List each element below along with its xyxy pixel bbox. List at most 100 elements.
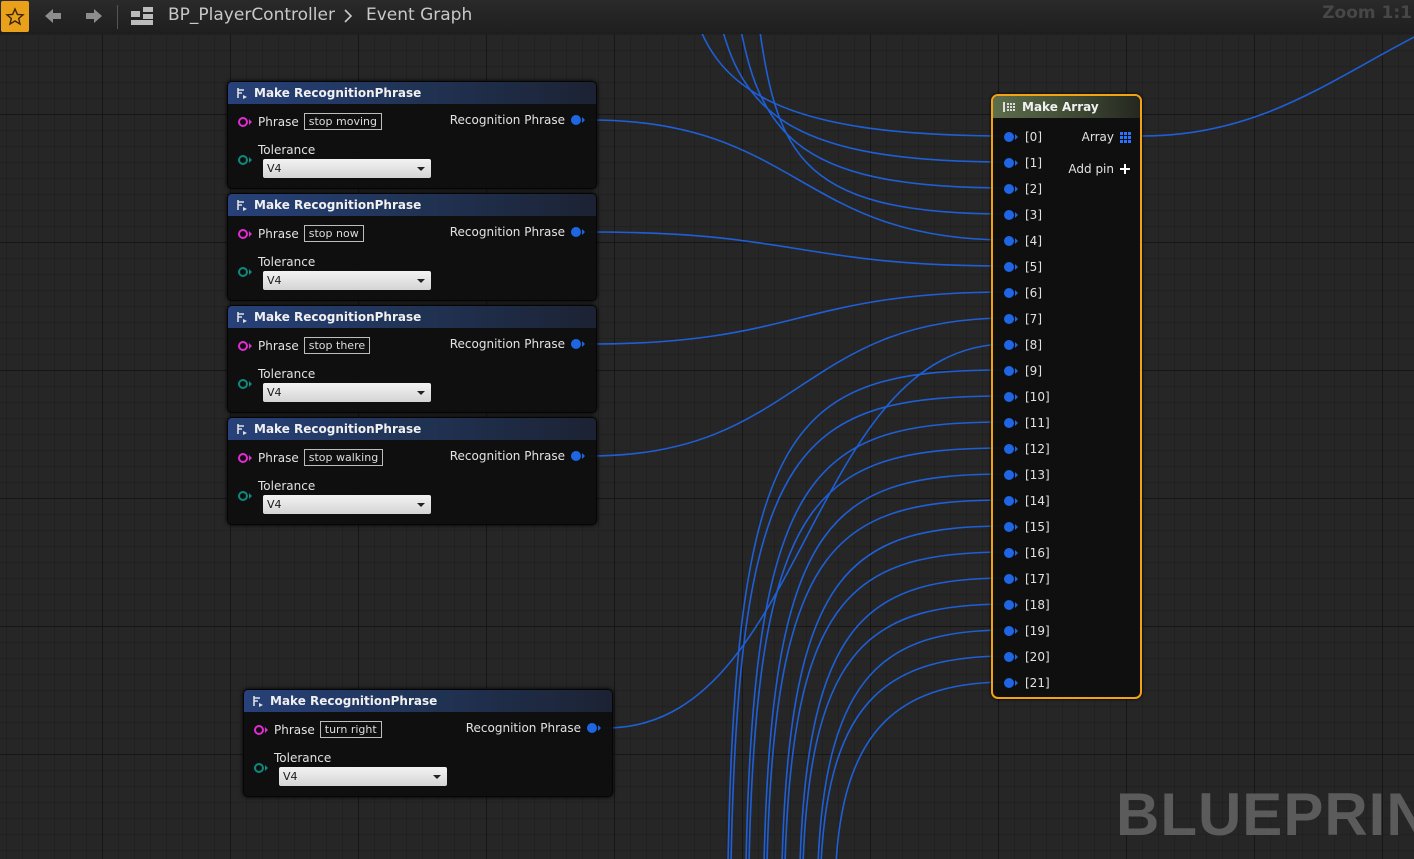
breadcrumb-blueprint[interactable]: BP_PlayerController [168, 5, 335, 25]
node-header[interactable]: Make RecognitionPhrase [228, 194, 596, 216]
array-input-pin[interactable]: [4] [1004, 234, 1042, 248]
tolerance-dropdown[interactable]: V4 [263, 159, 431, 178]
make-recognition-phrase-node[interactable]: Make RecognitionPhrase Phrase stop movin… [227, 81, 597, 189]
connection-wire [820, 655, 1009, 859]
pin-arrow-icon [582, 341, 585, 347]
array-input-pin[interactable]: [19] [1004, 624, 1050, 638]
node-header[interactable]: Make RecognitionPhrase [228, 418, 596, 440]
array-input-pin[interactable]: [18] [1004, 598, 1050, 612]
chevron-down-icon [417, 167, 425, 171]
array-input-pin[interactable]: [15] [1004, 520, 1050, 534]
make-recognition-phrase-node[interactable]: Make RecognitionPhrase Phrase turn right… [243, 689, 613, 797]
tolerance-value: V4 [267, 386, 282, 399]
tolerance-dropdown[interactable]: V4 [263, 495, 431, 514]
recognition-phrase-output-pin[interactable]: Recognition Phrase [450, 225, 585, 239]
phrase-label: Phrase [274, 722, 315, 737]
struct-pin-icon [1004, 392, 1014, 402]
array-input-pin[interactable]: [3] [1004, 208, 1042, 222]
array-input-pin[interactable]: [2] [1004, 182, 1042, 196]
array-input-pin[interactable]: [7] [1004, 312, 1042, 326]
array-index-label: [19] [1025, 624, 1050, 638]
array-input-pin[interactable]: [11] [1004, 416, 1050, 430]
array-input-pin[interactable]: [0] [1004, 130, 1042, 144]
pin-arrow-icon [1015, 316, 1018, 322]
node-header[interactable]: Make Array [993, 96, 1140, 118]
tolerance-value: V4 [267, 162, 282, 175]
pin-arrow-icon [249, 493, 252, 499]
pin-arrow-icon [1015, 186, 1018, 192]
recognition-phrase-output-pin[interactable]: Recognition Phrase [450, 337, 585, 351]
array-index-label: [21] [1025, 676, 1050, 690]
struct-pin-icon [1004, 236, 1014, 246]
make-array-node[interactable]: Make Array [0] [1] [2] [3] [4] [5] [6] [7] [8] [9… [991, 94, 1142, 699]
node-header[interactable]: Make RecognitionPhrase [228, 306, 596, 328]
pin-arrow-icon [582, 453, 585, 459]
recognition-phrase-output-pin[interactable]: Recognition Phrase [450, 449, 585, 463]
recognition-phrase-output-pin[interactable]: Recognition Phrase [466, 721, 601, 735]
array-input-pin[interactable]: [17] [1004, 572, 1050, 586]
tolerance-pin[interactable] [238, 267, 252, 277]
array-input-pin[interactable]: [1] [1004, 156, 1042, 170]
make-recognition-phrase-node[interactable]: Make RecognitionPhrase Phrase stop now T… [227, 193, 597, 301]
array-input-pin[interactable]: [20] [1004, 650, 1050, 664]
enum-pin-icon [238, 491, 248, 501]
tolerance-pin[interactable] [238, 155, 252, 165]
favorite-button[interactable] [1, 1, 29, 32]
tolerance-pin[interactable] [254, 763, 268, 773]
connection-wire [763, 473, 1009, 859]
node-header[interactable]: Make RecognitionPhrase [244, 690, 612, 712]
array-input-pin[interactable]: [16] [1004, 546, 1050, 560]
add-pin-button[interactable]: Add pin [1068, 162, 1130, 176]
enum-pin-icon [238, 155, 248, 165]
array-input-pin[interactable]: [6] [1004, 286, 1042, 300]
phrase-input[interactable]: stop walking [303, 449, 384, 466]
phrase-pin[interactable]: Phrase stop walking [238, 449, 384, 466]
breadcrumb-graph[interactable]: Event Graph [366, 5, 472, 25]
tolerance-dropdown[interactable]: V4 [279, 767, 447, 786]
array-input-pin[interactable]: [21] [1004, 676, 1050, 690]
phrase-input[interactable]: stop moving [303, 113, 382, 130]
recognition-phrase-output-pin[interactable]: Recognition Phrase [450, 113, 585, 127]
tolerance-pin[interactable] [238, 491, 252, 501]
make-recognition-phrase-node[interactable]: Make RecognitionPhrase Phrase stop walki… [227, 417, 597, 525]
array-input-pin[interactable]: [13] [1004, 468, 1050, 482]
function-icon [253, 696, 263, 707]
tolerance-pin[interactable] [238, 379, 252, 389]
phrase-pin[interactable]: Phrase stop now [238, 225, 364, 242]
node-title: Make RecognitionPhrase [254, 422, 422, 436]
tolerance-label: Tolerance [258, 367, 316, 381]
tolerance-dropdown[interactable]: V4 [263, 383, 431, 402]
array-input-pin[interactable]: [14] [1004, 494, 1050, 508]
make-recognition-phrase-node[interactable]: Make RecognitionPhrase Phrase stop there… [227, 305, 597, 413]
tolerance-dropdown[interactable]: V4 [263, 271, 431, 290]
array-input-pin[interactable]: [12] [1004, 442, 1050, 456]
tolerance-value: V4 [283, 770, 298, 783]
array-index-label: [14] [1025, 494, 1050, 508]
array-index-label: [18] [1025, 598, 1050, 612]
tolerance-value: V4 [267, 498, 282, 511]
phrase-pin[interactable]: Phrase stop there [238, 337, 371, 354]
pin-arrow-icon [1015, 602, 1018, 608]
array-input-pin[interactable]: [8] [1004, 338, 1042, 352]
connection-wire [745, 421, 1009, 859]
phrase-pin[interactable]: Phrase stop moving [238, 113, 382, 130]
phrase-input[interactable]: stop now [303, 225, 364, 242]
array-input-pin[interactable]: [5] [1004, 260, 1042, 274]
array-input-pin[interactable]: [9] [1004, 364, 1042, 378]
phrase-input[interactable]: turn right [319, 721, 382, 738]
forward-button[interactable] [81, 4, 107, 28]
array-index-label: [8] [1025, 338, 1042, 352]
text-pin-icon [238, 228, 248, 239]
array-index-label: [6] [1025, 286, 1042, 300]
struct-pin-icon [1004, 496, 1014, 506]
node-header[interactable]: Make RecognitionPhrase [228, 82, 596, 104]
phrase-pin[interactable]: Phrase turn right [254, 721, 382, 738]
back-button[interactable] [40, 4, 66, 28]
array-output-pin[interactable]: Array [1082, 130, 1131, 144]
array-input-pin[interactable]: [10] [1004, 390, 1050, 404]
phrase-input[interactable]: stop there [303, 337, 371, 354]
connection-wire [766, 499, 1009, 859]
chevron-down-icon [417, 391, 425, 395]
pin-arrow-icon [1015, 628, 1018, 634]
struct-pin-icon [1004, 652, 1014, 662]
